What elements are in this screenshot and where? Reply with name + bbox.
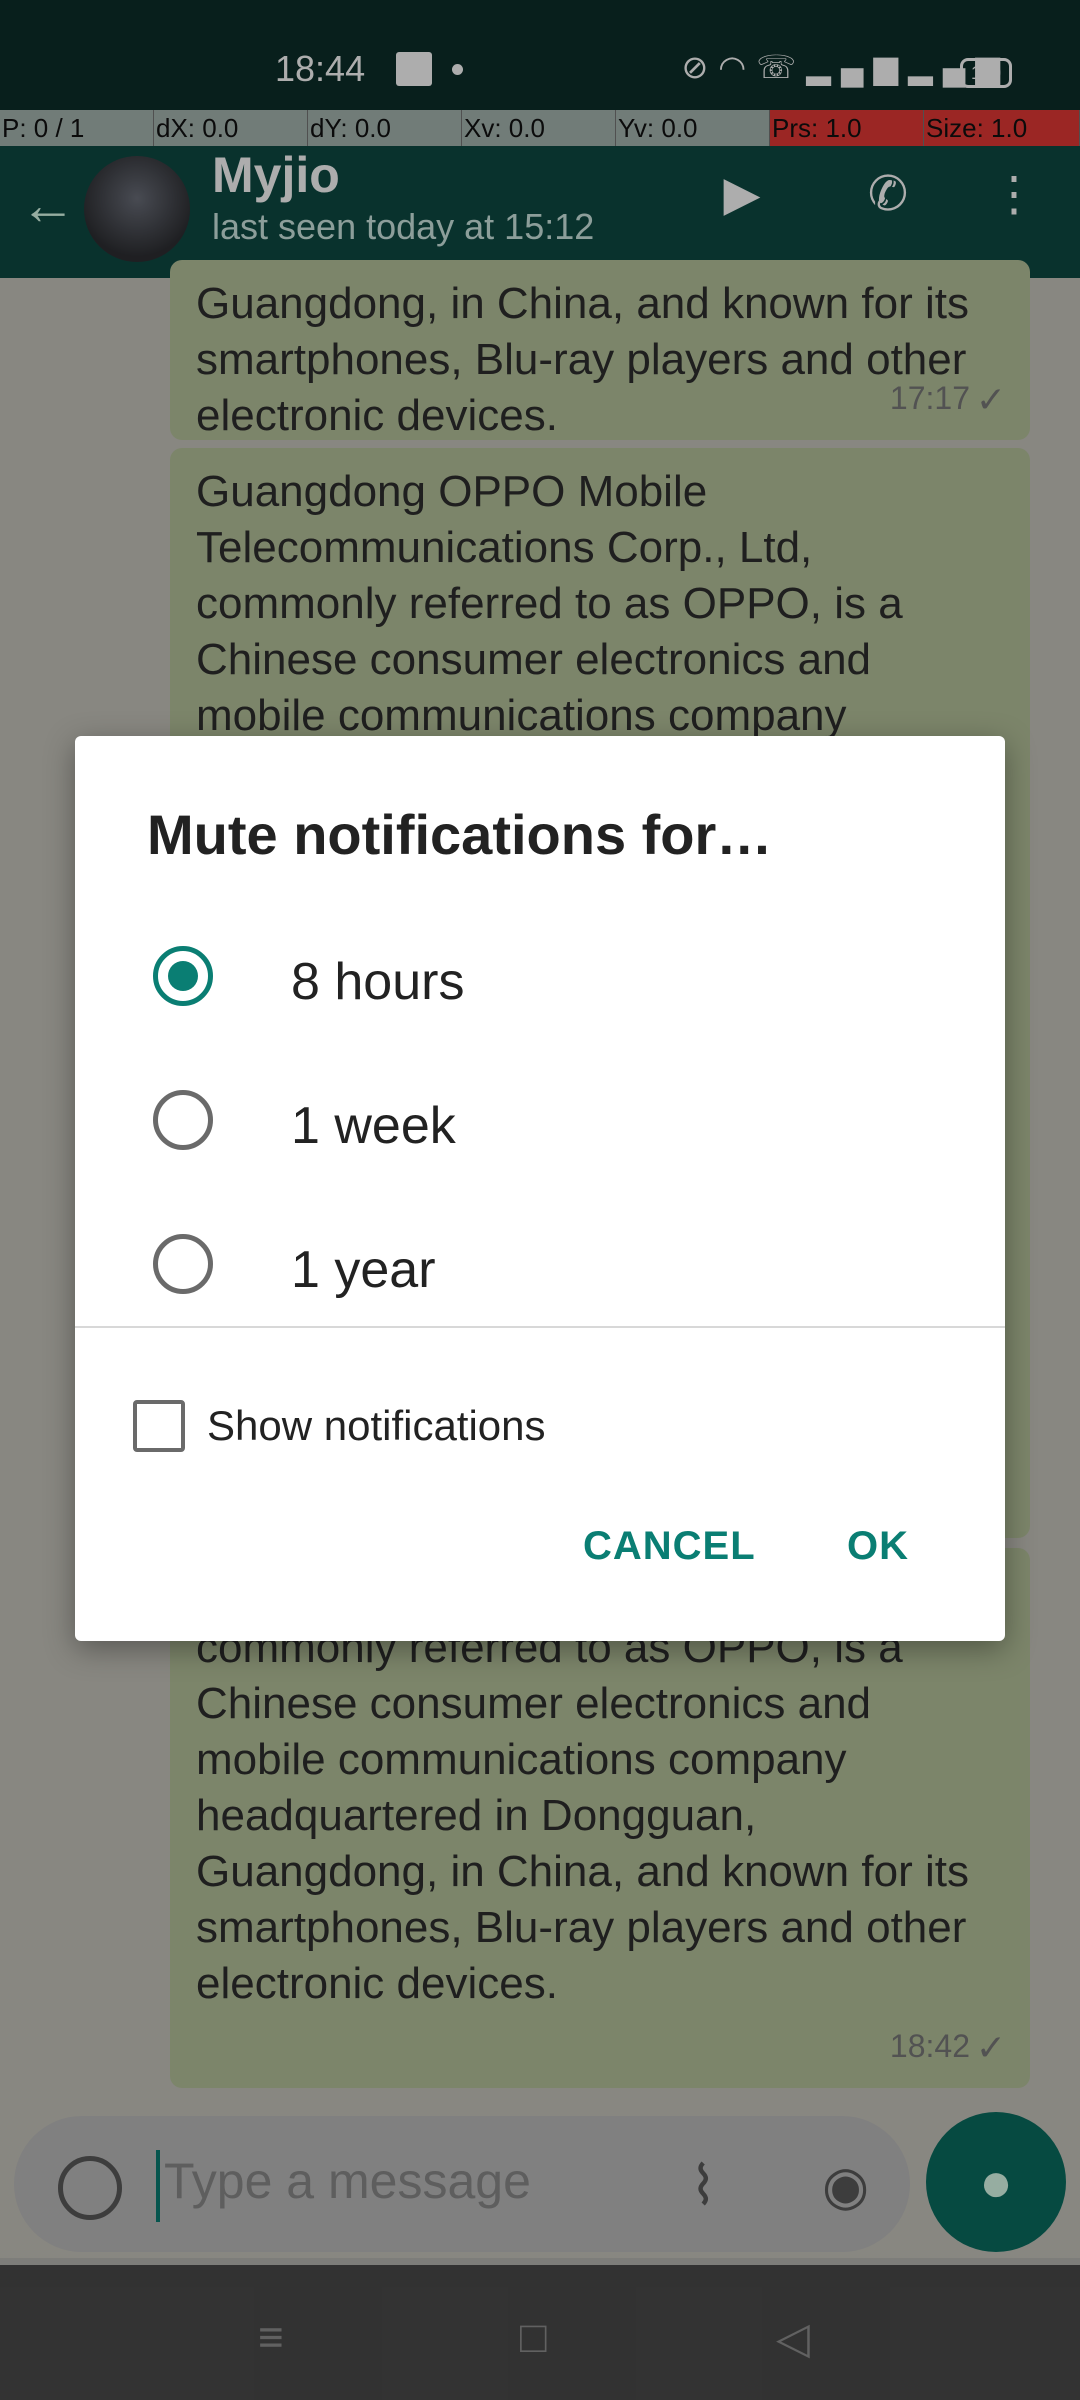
option-label: 8 hours: [291, 953, 465, 1011]
radio-button[interactable]: [153, 1234, 213, 1294]
option-label: 1 year: [291, 1241, 436, 1299]
dialog-divider: [75, 1326, 1005, 1328]
option-8-hours[interactable]: 8 hours: [75, 912, 1005, 1052]
show-notifications-label[interactable]: Show notifications: [207, 1402, 546, 1450]
option-label: 1 week: [291, 1097, 456, 1155]
radio-button[interactable]: [153, 1090, 213, 1150]
radio-button-selected[interactable]: [153, 946, 213, 1006]
show-notifications-checkbox[interactable]: [133, 1400, 185, 1452]
option-1-year[interactable]: 1 year: [75, 1200, 1005, 1340]
dialog-title: Mute notifications for…: [147, 803, 773, 866]
radio-dot: [168, 961, 198, 991]
ok-button[interactable]: OK: [847, 1524, 909, 1569]
option-1-week[interactable]: 1 week: [75, 1056, 1005, 1196]
cancel-button[interactable]: CANCEL: [583, 1524, 756, 1569]
mute-notifications-dialog: Mute notifications for… 8 hours 1 week 1…: [75, 736, 1005, 1641]
